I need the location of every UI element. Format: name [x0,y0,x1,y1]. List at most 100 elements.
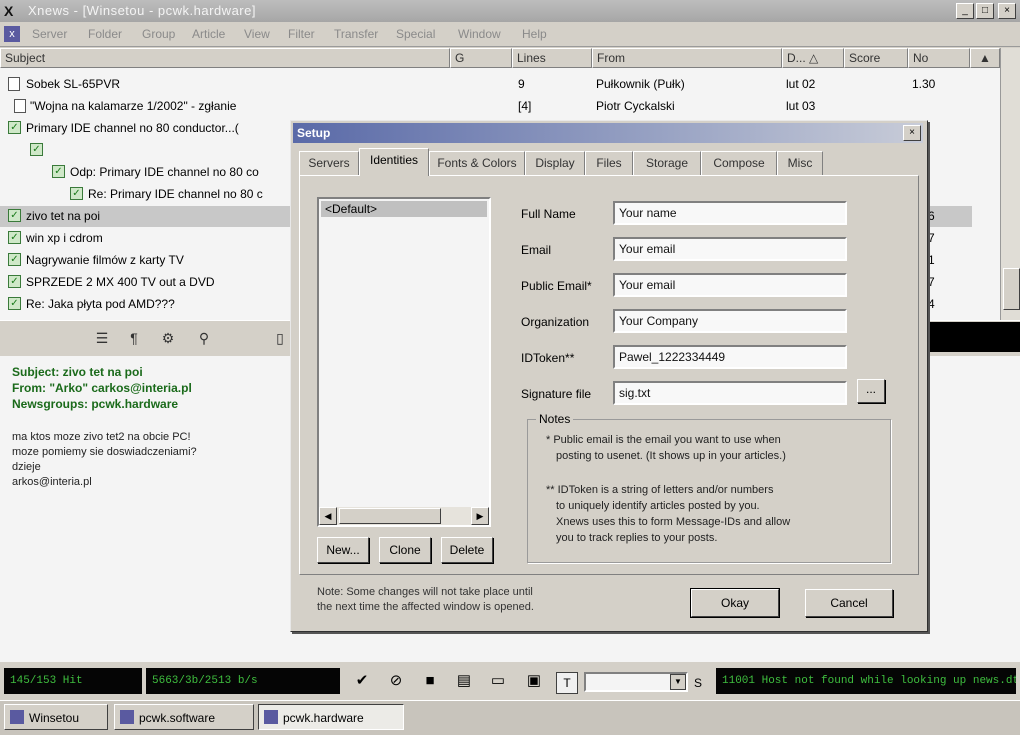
menu-bar: x Server Folder Group Article View Filte… [0,22,1020,47]
public-email-field[interactable]: Your email [613,273,847,297]
decode-icon[interactable]: ⚙ [158,328,178,348]
status-speed: 5663/3b/2513 b/s [146,668,340,694]
tab-display[interactable]: Display [525,151,585,175]
window-tab-bar: Winsetou pcwk.software pcwk.hardware [0,700,1020,735]
menu-group[interactable]: Group [142,27,175,41]
tab-servers[interactable]: Servers [299,151,359,175]
signature-file-field[interactable]: sig.txt [613,381,847,405]
tab-label: pcwk.hardware [283,711,364,725]
window-icon [264,710,278,724]
menu-filter[interactable]: Filter [288,27,315,41]
app-menu-icon[interactable]: x [4,26,20,42]
square-icon[interactable]: ■ [418,669,442,693]
dialog-title: Setup [293,123,923,143]
tab-pcwk-hardware[interactable]: pcwk.hardware [258,704,404,730]
check-icon[interactable]: ✔ [350,669,374,693]
organization-label: Organization [521,315,590,329]
column-scroll-up-icon[interactable]: ▲ [970,48,1000,68]
column-g[interactable]: G [450,48,512,68]
close-button[interactable]: × [998,3,1016,19]
s-label: S [694,676,703,690]
list-scrollbar[interactable] [1000,48,1020,320]
folder-icon[interactable]: ▭ [486,669,510,693]
menu-server[interactable]: Server [32,27,67,41]
menu-transfer[interactable]: Transfer [334,27,378,41]
tab-compose[interactable]: Compose [701,151,777,175]
identity-list-hscroll[interactable]: ◀ ▶ [319,507,489,525]
checkmark-icon: ✓ [8,231,21,244]
column-no[interactable]: No [908,48,970,68]
menu-article[interactable]: Article [192,27,225,41]
clone-identity-button[interactable]: Clone [379,537,431,563]
setup-dialog: Setup × Servers Identities Fonts & Color… [290,120,928,632]
row-subject: Nagrywanie filmów z karty TV [26,253,184,267]
note-line: ** IDToken is a string of letters and/or… [546,484,774,496]
new-identity-button[interactable]: New... [317,537,369,563]
paragraph-icon[interactable]: ¶ [124,328,144,348]
organization-field[interactable]: Your Company [613,309,847,333]
row-subject: Re: Primary IDE channel no 80 c [88,187,263,201]
minimize-button[interactable]: _ [956,3,974,19]
identity-item-default[interactable]: <Default> [321,201,487,217]
checkmark-icon: ✓ [8,209,21,222]
row-no: 7 [928,231,935,245]
scroll-thumb[interactable] [339,508,441,524]
column-from[interactable]: From [592,48,782,68]
checkmark-icon: ✓ [70,187,83,200]
tab-files[interactable]: Files [585,151,633,175]
document-icon[interactable]: ▯ [270,328,290,348]
tab-fonts-colors[interactable]: Fonts & Colors [429,151,525,175]
row-no: 1.30 [912,77,936,91]
column-date[interactable]: D... △ [782,48,844,68]
changes-note-line: the next time the affected window is ope… [317,601,534,613]
full-name-field[interactable]: Your name [613,201,847,225]
menu-special[interactable]: Special [396,27,435,41]
stop-icon[interactable]: ⊘ [384,669,408,693]
tab-misc[interactable]: Misc [777,151,823,175]
row-date: lut 03 [786,99,816,113]
link-icon[interactable]: ⚲ [194,328,214,348]
menu-window[interactable]: Window [458,27,501,41]
xnews-logo-icon: X [4,3,14,19]
package-icon[interactable]: ▣ [522,669,546,693]
menu-folder[interactable]: Folder [88,27,122,41]
table-row[interactable]: "Wojna na kalamarze 1/2002" - zgłanie [4… [0,96,990,117]
row-subject: Re: Jaka płyta pod AMD??? [26,297,175,311]
article-line: ma ktos moze zivo tet2 na obcie PC! [12,431,191,443]
scroll-thumb[interactable] [1003,268,1020,310]
column-subject[interactable]: Subject [0,48,450,68]
lines-icon[interactable]: ☰ [92,328,112,348]
signature-file-label: Signature file [521,387,592,401]
article-header-newsgroups: Newsgroups: pcwk.hardware [12,397,179,411]
tab-winsetou[interactable]: Winsetou [4,704,108,730]
identity-list[interactable]: <Default> [317,197,491,527]
checkmark-icon: ✓ [8,275,21,288]
menu-help[interactable]: Help [522,27,547,41]
chevron-down-icon[interactable]: ▼ [670,674,686,690]
idtoken-field[interactable]: Pawel_1222334449 [613,345,847,369]
column-score[interactable]: Score [844,48,908,68]
dialog-close-button[interactable]: × [903,125,921,141]
scroll-left-icon[interactable]: ◀ [319,507,337,525]
row-lines: 9 [518,77,525,91]
status-message: 11001 Host not found while looking up ne… [716,668,1016,694]
email-field[interactable]: Your email [613,237,847,261]
row-no: 6 [928,209,935,223]
delete-identity-button[interactable]: Delete [441,537,493,563]
new-document-icon[interactable]: ▤ [452,669,476,693]
menu-view[interactable]: View [244,27,270,41]
okay-button[interactable]: Okay [690,588,780,618]
browse-signature-button[interactable]: ... [857,379,885,403]
note-line: to uniquely identify articles posted by … [556,500,760,512]
tab-pcwk-software[interactable]: pcwk.software [114,704,254,730]
text-mode-label[interactable]: T [556,672,578,694]
tab-storage[interactable]: Storage [633,151,701,175]
maximize-button[interactable]: □ [976,3,994,19]
table-row[interactable]: Sobek SL-65PVR 9 Pułkownik (Pułk) lut 02… [0,74,990,95]
row-no: 1 [928,253,935,267]
scroll-right-icon[interactable]: ▶ [471,507,489,525]
cancel-button[interactable]: Cancel [805,589,893,617]
tab-identities[interactable]: Identities [359,148,429,176]
column-lines[interactable]: Lines [512,48,592,68]
checkmark-icon: ✓ [8,297,21,310]
